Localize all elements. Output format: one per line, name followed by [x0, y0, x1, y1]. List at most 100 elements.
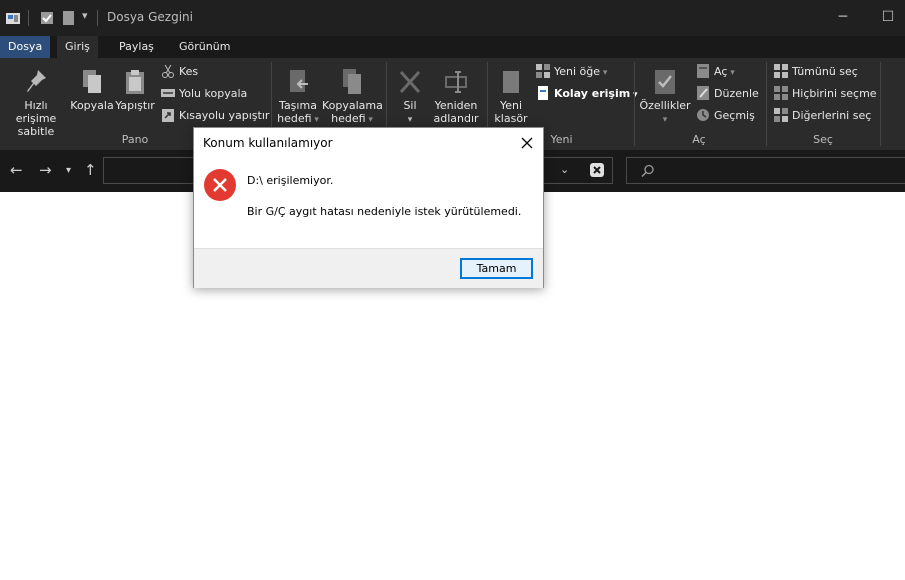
- address-history-chevron-icon[interactable]: ⌄: [560, 163, 569, 176]
- open-button[interactable]: Aç ▾: [696, 63, 735, 81]
- close-icon[interactable]: [516, 132, 538, 154]
- edit-button[interactable]: Düzenle: [696, 85, 759, 103]
- minimize-icon[interactable]: ─: [831, 6, 855, 30]
- open-label: Aç: [714, 65, 728, 78]
- window-title: Dosya Gezgini: [107, 10, 193, 24]
- new-item-icon: [536, 64, 550, 78]
- paste-shortcut-icon: [162, 109, 174, 122]
- new-folder-button[interactable]: Yeni klasör: [491, 68, 531, 125]
- scissors-icon: [162, 64, 174, 78]
- invert-selection-label: Diğerlerini seç: [792, 109, 872, 122]
- qa-separator: [28, 10, 29, 26]
- rename-label-line1: Yeniden: [434, 99, 478, 112]
- properties-check-icon[interactable]: [39, 10, 55, 26]
- dialog-title: Konum kullanılamıyor: [203, 136, 333, 150]
- dialog-footer: Tamam: [194, 248, 543, 288]
- paste-shortcut-label: Kısayolu yapıştır: [179, 109, 270, 122]
- easy-access-button[interactable]: Kolay erişim ▾: [536, 85, 638, 103]
- copy-path-label: Yolu kopyala: [179, 87, 248, 100]
- dialog-message: D:\ erişilemiyor.: [247, 174, 334, 187]
- file-explorer-icon[interactable]: [5, 10, 21, 26]
- error-icon: [204, 169, 236, 201]
- select-none-icon: [774, 86, 788, 100]
- up-arrow-icon[interactable]: ↑: [84, 162, 97, 178]
- history-label: Geçmiş: [714, 109, 755, 122]
- pin-icon: [27, 70, 46, 92]
- ribbon-tabs: Dosya Giriş Paylaş Görünüm: [0, 36, 905, 58]
- new-folder-label-line1: Yeni: [499, 99, 523, 112]
- ok-button[interactable]: Tamam: [460, 258, 533, 279]
- rename-icon: [445, 71, 467, 93]
- title-bar: ▾ Dosya Gezgini ─ ☐: [0, 0, 905, 36]
- edit-icon: [697, 86, 709, 100]
- forward-arrow-icon[interactable]: →: [39, 162, 52, 178]
- tab-giris[interactable]: Giriş: [57, 36, 98, 58]
- move-to-label-line1: Taşıma: [279, 99, 317, 112]
- delete-chevron-icon: ▾: [407, 115, 413, 125]
- clear-address-icon[interactable]: [590, 163, 604, 177]
- new-folder-quick-icon[interactable]: [61, 10, 77, 26]
- copy-to-label-line2: hedefi: [331, 112, 366, 125]
- rename-label-line2: adlandır: [433, 112, 479, 125]
- copy-button[interactable]: Kopyala: [70, 68, 114, 112]
- dialog-detail: Bir G/Ç aygıt hatası nedeniyle istek yür…: [247, 205, 522, 218]
- easy-access-icon: [538, 86, 548, 100]
- copy-to-button[interactable]: Kopyalama hedefi ▾: [322, 68, 383, 127]
- select-none-button[interactable]: Hiçbirini seçme: [774, 85, 877, 103]
- move-to-chevron-icon: ▾: [311, 115, 319, 125]
- history-button[interactable]: Geçmiş: [696, 107, 755, 125]
- copy-to-chevron-icon: ▾: [365, 115, 373, 125]
- copy-path-button[interactable]: Yolu kopyala: [161, 85, 247, 103]
- select-all-label: Tümünü seç: [792, 65, 858, 78]
- invert-selection-icon: [774, 108, 788, 122]
- recent-locations-chevron-icon[interactable]: ▾: [66, 163, 71, 179]
- group-separator: [634, 62, 635, 146]
- copy-to-label-line1: Kopyalama: [322, 99, 383, 112]
- pin-quick-access-button[interactable]: Hızlı erişime sabitle: [3, 68, 69, 138]
- delete-x-icon: [399, 70, 421, 94]
- rename-button[interactable]: Yeniden adlandır: [431, 68, 481, 125]
- open-icon: [697, 64, 709, 78]
- select-none-label: Hiçbirini seçme: [792, 87, 877, 100]
- paste-label: Yapıştır: [115, 99, 155, 112]
- edit-label: Düzenle: [714, 87, 759, 100]
- group-label-sec: Seç: [813, 133, 833, 146]
- customize-quick-access-chevron-icon[interactable]: ▾: [82, 9, 88, 22]
- paste-icon: [126, 70, 144, 94]
- title-separator: [97, 10, 98, 26]
- paste-shortcut-button[interactable]: Kısayolu yapıştır: [161, 107, 269, 125]
- tab-gorunum[interactable]: Görünüm: [171, 36, 238, 58]
- copy-to-icon: [343, 69, 361, 94]
- delete-label: Sil: [403, 99, 417, 112]
- move-to-button[interactable]: Taşıma hedefi ▾: [276, 68, 320, 127]
- copy-path-icon: [161, 89, 175, 97]
- invert-selection-button[interactable]: Diğerlerini seç: [774, 107, 871, 125]
- delete-button[interactable]: Sil ▾: [392, 68, 428, 127]
- search-icon: [641, 164, 654, 178]
- tab-dosya[interactable]: Dosya: [0, 36, 50, 58]
- properties-label: Özellikler: [639, 99, 691, 112]
- back-arrow-icon[interactable]: ←: [10, 162, 23, 178]
- open-chevron-icon: ▾: [727, 68, 735, 78]
- select-all-button[interactable]: Tümünü seç: [774, 63, 858, 81]
- copy-icon: [83, 70, 101, 93]
- properties-icon: [655, 70, 675, 94]
- maximize-icon[interactable]: ☐: [876, 6, 900, 30]
- group-label-ac: Aç: [692, 133, 706, 146]
- properties-button[interactable]: Özellikler ▾: [638, 68, 692, 127]
- cut-label: Kes: [179, 65, 199, 78]
- select-all-icon: [774, 64, 788, 78]
- new-item-button[interactable]: Yeni öğe ▾: [536, 63, 607, 81]
- move-to-label-line2: hedefi: [277, 112, 312, 125]
- pin-label-line1: Hızlı erişime: [15, 99, 57, 125]
- new-item-label: Yeni öğe: [554, 65, 601, 78]
- tab-paylas[interactable]: Paylaş: [111, 36, 162, 58]
- cut-button[interactable]: Kes: [161, 63, 198, 81]
- copy-label: Kopyala: [70, 99, 114, 112]
- search-input[interactable]: [626, 157, 905, 184]
- history-icon: [697, 109, 709, 121]
- paste-button[interactable]: Yapıştır: [114, 68, 156, 112]
- error-dialog: Konum kullanılamıyor D:\ erişilemiyor. B…: [193, 127, 544, 288]
- new-folder-label-line2: klasör: [494, 112, 528, 125]
- new-folder-icon: [503, 71, 519, 93]
